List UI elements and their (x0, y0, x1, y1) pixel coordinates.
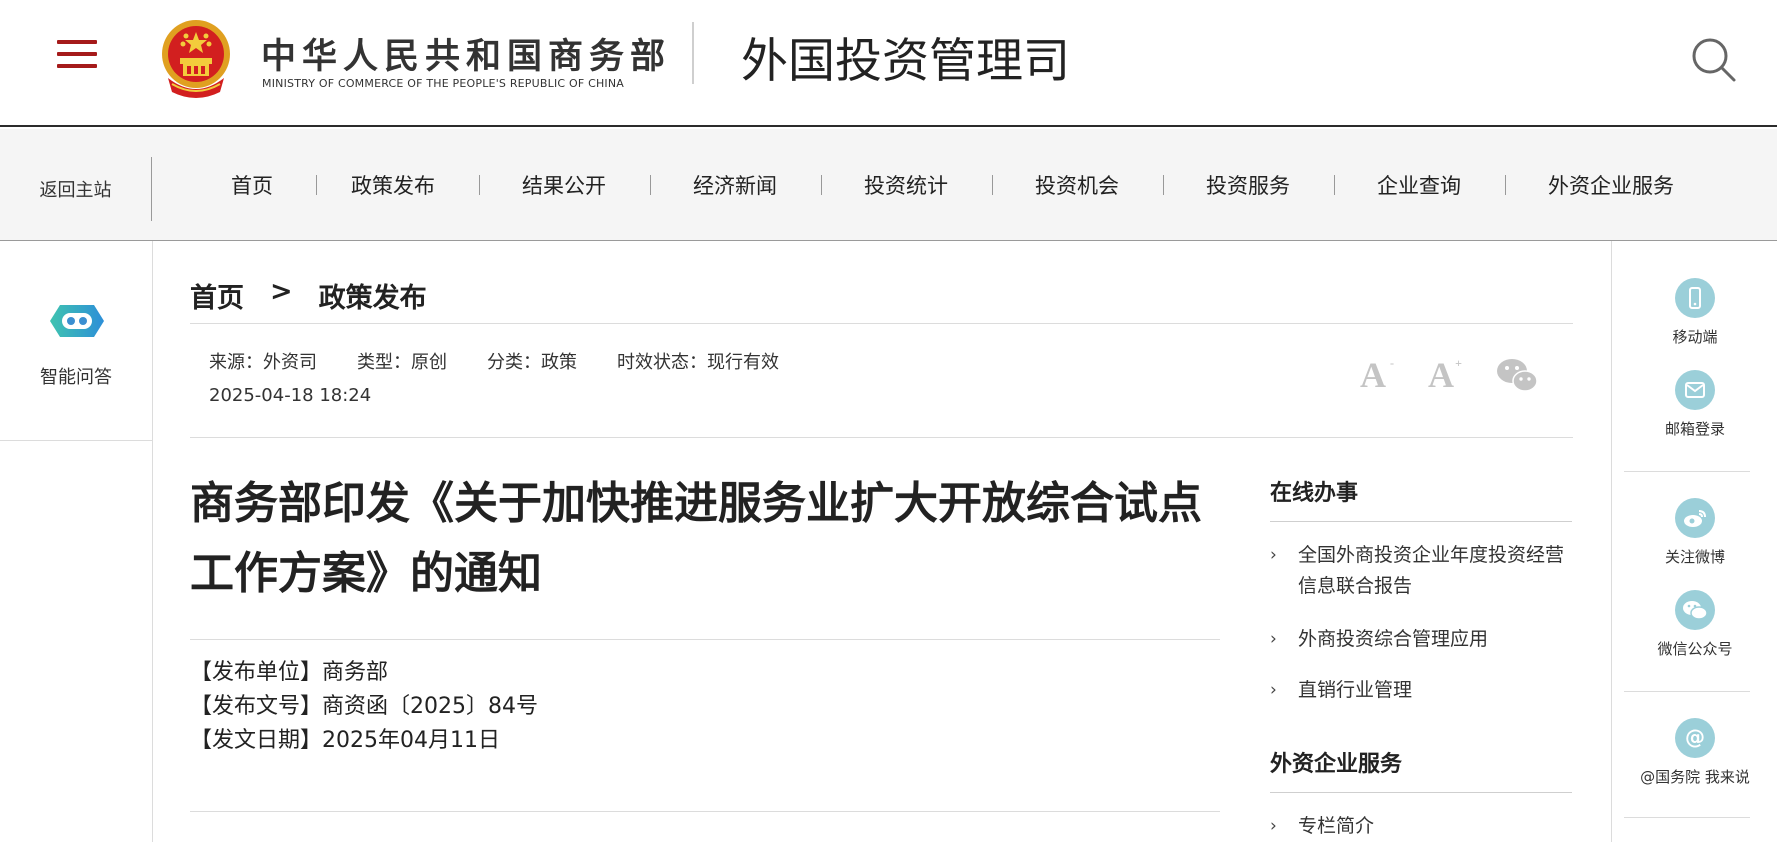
rail-item-mobile[interactable]: 移动端 (1612, 278, 1777, 347)
doc-issuer: 【发布单位】商务部 (190, 660, 389, 685)
nav-separator (1163, 175, 1164, 195)
ministry-name-en: MINISTRY OF COMMERCE OF THE PEOPLE'S REP… (262, 77, 625, 90)
at-icon: @ (1675, 718, 1715, 758)
header-divider (692, 22, 694, 84)
divider (190, 639, 1220, 640)
rail-item-wechat[interactable]: 微信公众号 (1612, 590, 1777, 659)
link-label: 外商投资综合管理应用 (1298, 628, 1489, 650)
divider (1270, 792, 1572, 793)
font-decrease-button[interactable]: A- (1360, 354, 1394, 396)
meta-category: 分类：政策 (487, 352, 577, 373)
divider (190, 437, 1573, 438)
mail-icon (1675, 370, 1715, 410)
site-header: 中华人民共和国商务部 MINISTRY OF COMMERCE OF THE P… (0, 0, 1777, 127)
nav-item-opportunities[interactable]: 投资机会 (1034, 170, 1120, 200)
font-increase-button[interactable]: A + (1428, 354, 1462, 396)
weibo-icon (1675, 498, 1715, 538)
breadcrumb-current[interactable]: 政策发布 (319, 276, 427, 315)
nav-separator (821, 175, 822, 195)
svg-text:@: @ (1685, 726, 1705, 749)
font-decrease-sign: - (1390, 356, 1394, 370)
breadcrumb-separator: > (270, 276, 293, 307)
link-label: 专栏简介 (1298, 815, 1375, 837)
service-link-intro[interactable]: › 专栏简介 (1270, 811, 1572, 842)
online-link-direct-selling[interactable]: › 直销行业管理 (1270, 675, 1572, 706)
meta-date: 2025-04-18 18:24 (209, 385, 372, 406)
article-meta: 来源：外资司 类型：原创 分类：政策 时效状态：现行有效 (209, 348, 819, 374)
ai-qa-button[interactable]: 智能问答 (0, 241, 152, 441)
link-label: 直销行业管理 (1298, 679, 1413, 701)
left-rail: 智能问答 (0, 241, 153, 842)
rail-item-weibo[interactable]: 关注微博 (1612, 498, 1777, 567)
nav-separator (316, 175, 317, 195)
nav-item-company-search[interactable]: 企业查询 (1376, 170, 1462, 200)
font-increase-sign: + (1455, 356, 1462, 370)
article-title: 商务部印发《关于加快推进服务业扩大开放综合试点工作方案》的通知 (190, 478, 1202, 599)
divider (1624, 471, 1750, 472)
divider (1624, 691, 1750, 692)
link-label: 全国外商投资企业年度投资经营信息联合报告 (1298, 544, 1565, 597)
nav-separator (992, 175, 993, 195)
document-info: 【发布单位】商务部 【发布文号】商资函〔2025〕84号 【发文日期】2025年… (190, 656, 538, 758)
department-title: 外国投资管理司 (741, 34, 1070, 89)
ministry-name-cn: 中华人民共和国商务部 (261, 37, 672, 77)
font-tools: A- A + (1360, 354, 1538, 396)
font-decrease-glyph: A (1360, 355, 1386, 395)
online-services-title: 在线办事 (1270, 481, 1359, 506)
ai-qa-label: 智能问答 (40, 367, 112, 388)
foreign-enterprise-services-title: 外资企业服务 (1270, 752, 1403, 777)
breadcrumb: 首页 > 政策发布 (190, 276, 427, 315)
search-icon[interactable] (1690, 36, 1738, 84)
nav-item-foreign-enterprise[interactable]: 外资企业服务 (1547, 170, 1675, 200)
back-to-main-site-link[interactable]: 返回主站 (0, 157, 152, 221)
online-link-annual-report[interactable]: › 全国外商投资企业年度投资经营信息联合报告 (1270, 540, 1572, 602)
doc-number: 【发布文号】商资函〔2025〕84号 (190, 694, 538, 719)
chevron-right-icon: › (1270, 680, 1277, 700)
rail-label: 关注微博 (1664, 548, 1725, 566)
rail-label: 邮箱登录 (1664, 420, 1725, 438)
nav-item-policy[interactable]: 政策发布 (350, 170, 436, 200)
main-nav: 返回主站 首页 政策发布 结果公开 经济新闻 投资统计 投资机会 投资服务 企业… (0, 129, 1777, 241)
divider (190, 811, 1220, 812)
doc-issue-date: 【发文日期】2025年04月11日 (190, 728, 500, 753)
robot-icon (50, 305, 104, 337)
divider (1624, 817, 1750, 818)
nav-item-news[interactable]: 经济新闻 (692, 170, 778, 200)
mobile-icon (1675, 278, 1715, 318)
rail-item-mail[interactable]: 邮箱登录 (1612, 370, 1777, 439)
meta-source: 来源：外资司 (209, 352, 317, 373)
nav-separator (1505, 175, 1506, 195)
nav-separator (479, 175, 480, 195)
nav-item-home[interactable]: 首页 (212, 170, 292, 200)
chevron-right-icon: › (1270, 545, 1277, 565)
hamburger-menu-icon[interactable] (57, 40, 97, 72)
nav-item-results[interactable]: 结果公开 (521, 170, 607, 200)
breadcrumb-home[interactable]: 首页 (190, 276, 244, 315)
wechat-icon (1675, 590, 1715, 630)
nav-item-services[interactable]: 投资服务 (1205, 170, 1291, 200)
chevron-right-icon: › (1270, 629, 1277, 649)
meta-status: 时效状态：现行有效 (617, 352, 779, 373)
rail-label: 微信公众号 (1657, 640, 1733, 658)
nav-separator (650, 175, 651, 195)
national-emblem-icon (162, 20, 230, 98)
meta-type: 类型：原创 (357, 352, 447, 373)
chevron-right-icon: › (1270, 816, 1277, 836)
rail-label: 移动端 (1672, 328, 1718, 346)
font-increase-glyph: A (1428, 355, 1454, 395)
nav-item-statistics[interactable]: 投资统计 (863, 170, 949, 200)
nav-separator (1334, 175, 1335, 195)
online-link-management-app[interactable]: › 外商投资综合管理应用 (1270, 624, 1572, 655)
right-rail: 移动端 邮箱登录 关注微博 微信公众号 @ @国务院 我来说 (1611, 241, 1777, 842)
divider (1270, 521, 1572, 522)
nav-items: 首页 政策发布 结果公开 经济新闻 投资统计 投资机会 投资服务 企业查询 外资… (212, 129, 1675, 241)
wechat-share-icon[interactable] (1496, 356, 1538, 394)
divider (190, 323, 1573, 324)
rail-label: @国务院 我来说 (1640, 768, 1750, 786)
rail-item-state-council[interactable]: @ @国务院 我来说 (1612, 718, 1777, 787)
